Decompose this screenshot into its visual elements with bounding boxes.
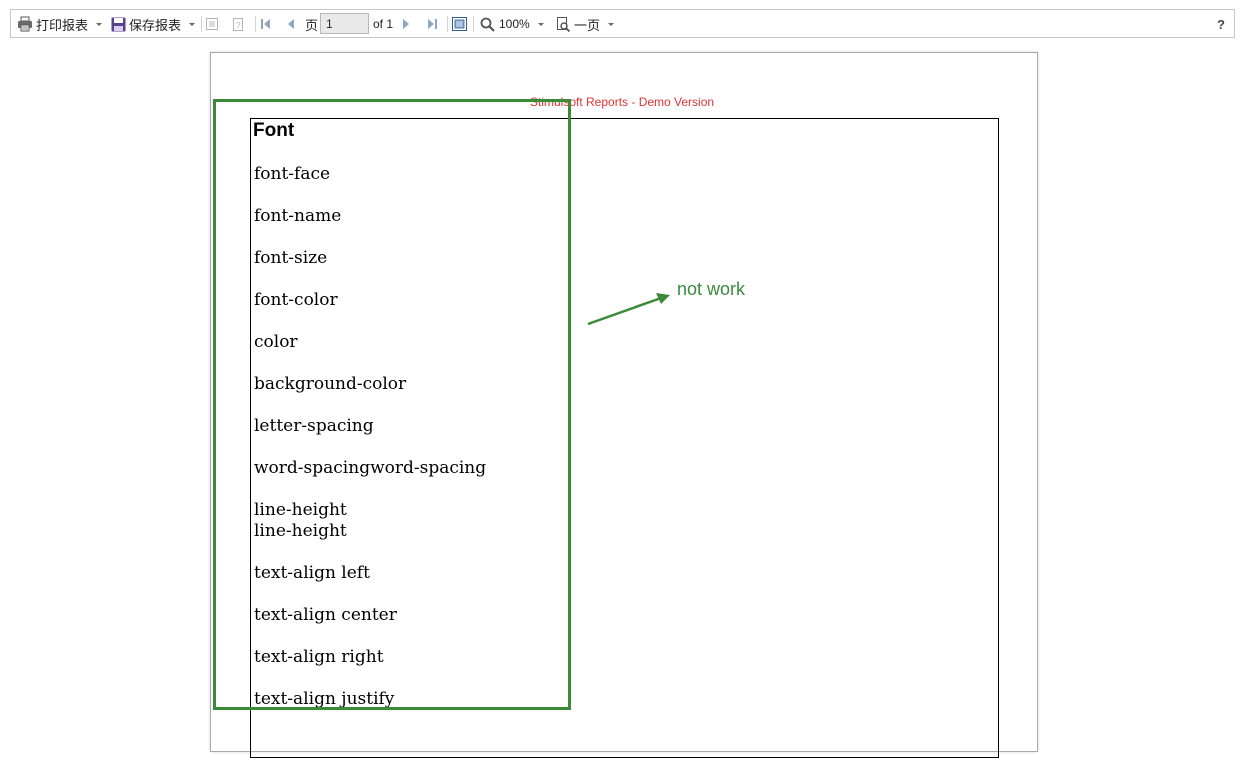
printer-icon	[17, 16, 33, 32]
annotation-arrow-icon	[587, 293, 670, 326]
view-mode-label: 一页	[574, 17, 601, 33]
first-page-button[interactable]	[260, 10, 272, 38]
chevron-down-icon	[608, 22, 615, 26]
previous-page-button[interactable]	[286, 10, 296, 38]
parameters-icon: ?	[231, 17, 245, 31]
view-mode-button[interactable]: 一页	[556, 10, 615, 38]
save-icon	[111, 17, 126, 32]
chevron-down-icon	[96, 22, 103, 26]
toolbar-divider	[255, 16, 256, 32]
previous-page-icon	[286, 18, 296, 30]
page-number-input[interactable]	[320, 13, 369, 34]
bookmarks-button[interactable]	[205, 10, 219, 38]
annotation-text: not work	[677, 279, 746, 299]
bookmarks-icon	[205, 17, 219, 31]
zoom-button[interactable]: 100%	[480, 10, 544, 38]
svg-text:?: ?	[236, 21, 241, 30]
zoom-level: 100%	[499, 17, 530, 31]
help-button[interactable]: ?	[1217, 10, 1225, 38]
chevron-down-icon	[537, 22, 544, 26]
full-screen-button[interactable]	[452, 10, 467, 38]
last-page-icon	[426, 18, 438, 30]
magnifier-icon	[480, 17, 495, 32]
annotation-highlight-box	[213, 99, 571, 710]
full-screen-icon	[452, 17, 467, 31]
next-page-icon	[401, 18, 411, 30]
chevron-down-icon	[189, 22, 196, 26]
toolbar-divider	[447, 16, 448, 32]
save-report-label: 保存报表	[129, 17, 182, 33]
last-page-button[interactable]	[426, 10, 438, 38]
parameters-button[interactable]: ?	[231, 10, 245, 38]
page-label: 页	[305, 17, 319, 33]
page-view-icon	[556, 16, 571, 32]
first-page-icon	[260, 18, 272, 30]
save-report-button[interactable]: 保存报表	[111, 10, 196, 38]
toolbar-divider	[201, 16, 202, 32]
print-report-label: 打印报表	[36, 17, 89, 33]
print-report-button[interactable]: 打印报表	[17, 10, 103, 38]
page-count-label: of 1	[373, 17, 394, 31]
toolbar-divider	[473, 16, 474, 32]
report-viewer-toolbar: 打印报表 保存报表 ? 页 of 1	[10, 9, 1235, 38]
next-page-button[interactable]	[401, 10, 411, 38]
